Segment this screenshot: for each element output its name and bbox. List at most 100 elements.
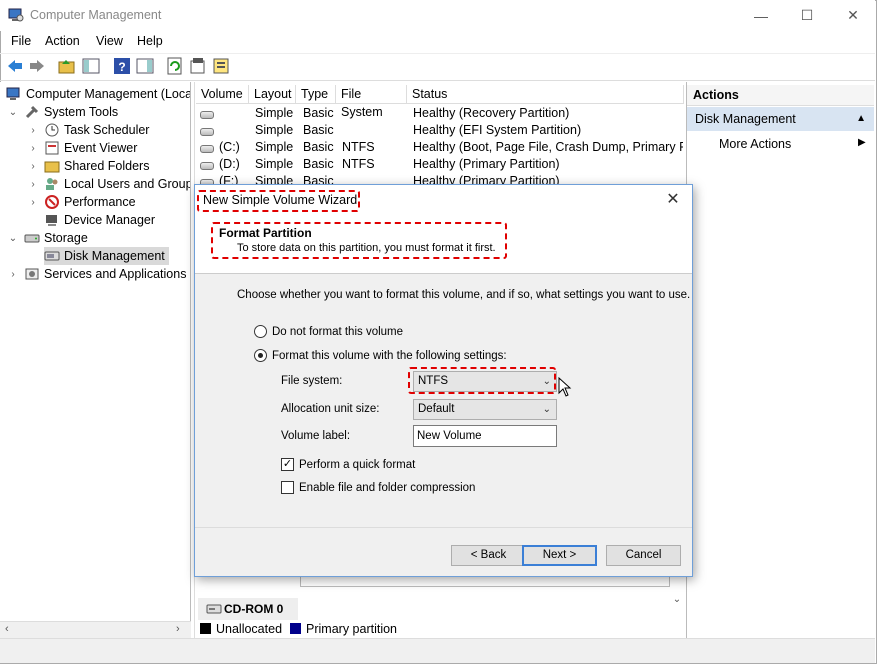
chevron-right-icon[interactable]: › [8, 269, 18, 280]
scroll-right-icon[interactable]: › [176, 623, 180, 635]
window-title: Computer Management [30, 8, 162, 22]
storage-icon [24, 234, 40, 243]
actions-section-disk-management[interactable]: Disk Management ▲ [687, 107, 874, 131]
unallocated-swatch [200, 623, 211, 634]
cell-layout: Simple [255, 123, 294, 137]
column-header-status[interactable]: Status [407, 85, 684, 104]
up-folder-icon[interactable] [58, 57, 76, 75]
submenu-arrow-icon: ▶ [858, 137, 866, 148]
event-viewer-icon [45, 141, 59, 155]
cell-layout: Simple [255, 140, 294, 154]
primary-swatch [290, 623, 302, 634]
tree-item-services[interactable]: › Services and Applications [8, 265, 186, 283]
actions-section-label: Disk Management [695, 112, 796, 126]
properties-icon[interactable] [189, 57, 207, 75]
radio-do-not-format[interactable]: Do not format this volume [254, 325, 403, 338]
settings-list-icon[interactable] [212, 57, 230, 75]
svg-text:?: ? [118, 60, 125, 74]
tree-item-system-tools[interactable]: ⌄ System Tools [8, 103, 118, 121]
radio-button[interactable] [254, 325, 267, 338]
file-system-label: File system: [281, 375, 343, 387]
chevron-right-icon[interactable]: › [28, 161, 38, 172]
computer-management-icon [8, 8, 24, 22]
column-header-type[interactable]: Type [296, 85, 336, 104]
refresh-icon[interactable] [166, 57, 184, 75]
menu-help[interactable]: Help [137, 34, 163, 48]
drive-icon [200, 145, 214, 153]
toolbar [0, 53, 875, 81]
tree-item-event-viewer[interactable]: › Event Viewer [28, 139, 137, 157]
collapse-up-icon[interactable]: ▲ [856, 107, 866, 131]
cell-layout: Simple [255, 157, 294, 171]
checkbox-checked[interactable]: ✓ [281, 458, 294, 471]
forward-arrow-icon[interactable] [28, 57, 46, 75]
tree-item-local-users[interactable]: › Local Users and Groups [28, 175, 190, 193]
more-actions-link[interactable]: More Actions [719, 137, 791, 151]
radio-label: Do not format this volume [272, 325, 404, 338]
show-hide-action-pane-icon[interactable] [136, 57, 154, 75]
chevron-right-icon[interactable]: › [28, 125, 38, 136]
help-icon[interactable]: ? [113, 57, 131, 75]
tree-item-task-scheduler[interactable]: › Task Scheduler [28, 121, 149, 139]
next-button[interactable]: Next > [522, 545, 597, 566]
checkbox-unchecked[interactable] [281, 481, 294, 494]
services-icon [25, 268, 39, 280]
disk-map-frame [300, 577, 670, 587]
cell-fs: NTFS [342, 140, 375, 154]
tree-item-performance[interactable]: › Performance [28, 193, 136, 211]
cell-status: Healthy (Recovery Partition) [413, 106, 570, 120]
menu-view[interactable]: View [96, 34, 123, 48]
menu-bar [0, 31, 875, 53]
performance-icon [45, 195, 59, 209]
allocation-unit-dropdown[interactable]: Default ⌄ [413, 399, 557, 420]
chevron-down-icon: ⌄ [542, 404, 551, 415]
checkbox-compression[interactable]: Enable file and folder compression [281, 481, 475, 494]
scroll-down-icon[interactable]: ⌄ [670, 594, 684, 618]
back-button[interactable]: < Back [451, 545, 526, 566]
legend-primary: Primary partition [306, 621, 398, 636]
tree-item-storage[interactable]: ⌄ Storage [8, 229, 88, 247]
wizard-separator [195, 527, 692, 528]
show-hide-tree-icon[interactable] [82, 57, 100, 75]
chevron-right-icon[interactable]: › [28, 179, 38, 190]
disk-label-text: CD-ROM 0 [224, 602, 284, 616]
tree-item-device-manager[interactable]: Device Manager [44, 211, 155, 229]
tree-item-shared-folders[interactable]: › Shared Folders [28, 157, 149, 175]
chevron-right-icon[interactable]: › [28, 143, 38, 154]
allocation-unit-label: Allocation unit size: [281, 403, 380, 415]
tree-label: Task Scheduler [64, 123, 150, 137]
tree-item-computer-management[interactable]: Computer Management (Local [6, 85, 190, 103]
tree-item-disk-management[interactable]: Disk Management [44, 247, 169, 265]
chevron-down-icon[interactable]: ⌄ [8, 233, 18, 244]
column-header-volume[interactable]: Volume [196, 85, 249, 104]
wizard-close-button[interactable]: ✕ [661, 189, 685, 211]
back-arrow-icon[interactable] [6, 57, 24, 75]
radio-button-selected[interactable] [254, 349, 267, 362]
menu-action[interactable]: Action [45, 34, 80, 48]
column-header-layout[interactable]: Layout [249, 85, 296, 104]
chevron-right-icon[interactable]: › [28, 197, 38, 208]
disk-management-icon [44, 251, 60, 261]
column-header-file-system[interactable]: File System [336, 85, 407, 119]
checkbox-quick-format[interactable]: ✓ Perform a quick format [281, 458, 415, 471]
chevron-down-icon[interactable]: ⌄ [8, 107, 18, 118]
highlight-file-system [408, 367, 556, 394]
radio-format-volume[interactable]: Format this volume with the following se… [254, 349, 507, 362]
cell-status: Healthy (Boot, Page File, Crash Dump, Pr… [413, 140, 683, 154]
cell-layout: Simple [255, 106, 294, 120]
actions-header: Actions [687, 85, 874, 106]
tree-horizontal-scrollbar[interactable]: ‹ › [0, 621, 191, 638]
legend-unallocated: Unallocated [216, 621, 283, 636]
scroll-left-icon[interactable]: ‹ [5, 623, 9, 635]
close-window-button[interactable]: ✕ [830, 0, 876, 31]
menu-file[interactable]: File [11, 34, 31, 48]
cell-status: Healthy (EFI System Partition) [413, 123, 582, 137]
cancel-button[interactable]: Cancel [606, 545, 681, 566]
minimize-button[interactable]: — [738, 0, 784, 31]
cell-status: Healthy (Primary Partition) [413, 157, 560, 171]
device-manager-icon [46, 215, 57, 226]
volume-label-input[interactable]: New Volume [413, 425, 557, 447]
disk-label-cdrom[interactable]: CD-ROM 0 [198, 598, 298, 620]
highlight-wizard-title [197, 190, 360, 212]
maximize-button[interactable]: ☐ [784, 0, 830, 31]
